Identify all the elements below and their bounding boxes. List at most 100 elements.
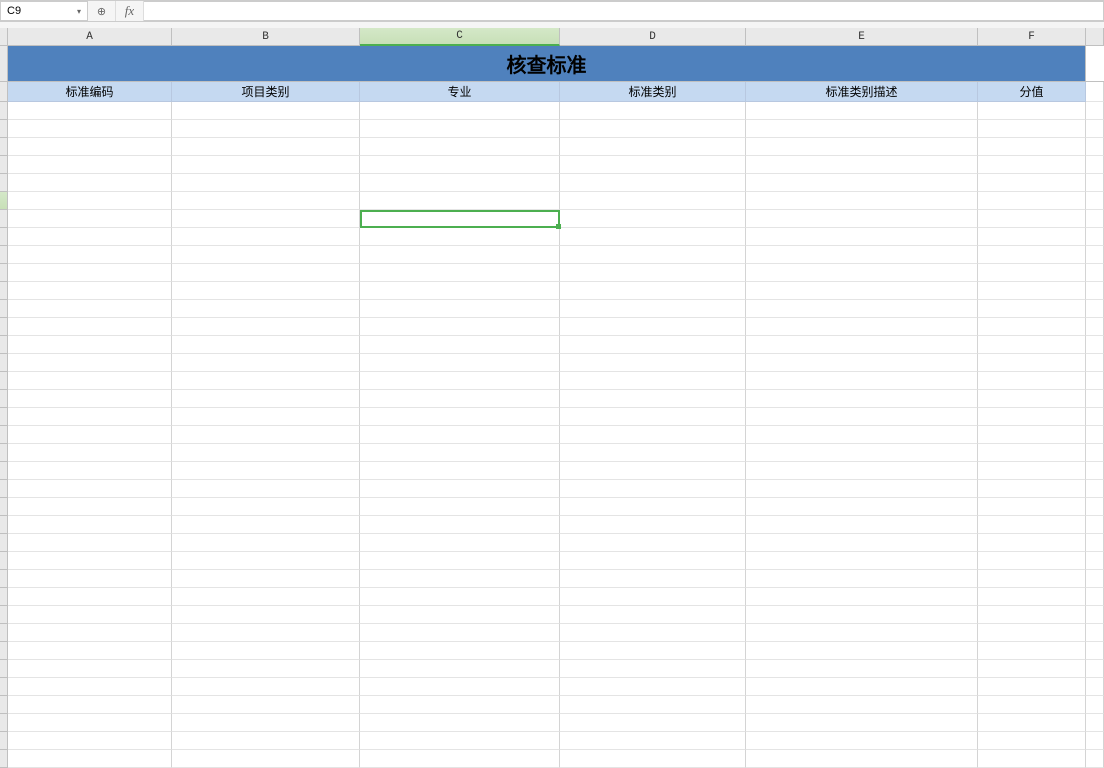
- cell[interactable]: [360, 156, 560, 174]
- cell[interactable]: [978, 678, 1086, 696]
- row-stub[interactable]: [0, 480, 8, 498]
- blank-cell[interactable]: [1086, 660, 1104, 678]
- blank-cell[interactable]: [1086, 588, 1104, 606]
- blank-cell[interactable]: [1086, 264, 1104, 282]
- cell[interactable]: [560, 264, 746, 282]
- cell[interactable]: [360, 480, 560, 498]
- cell[interactable]: [746, 120, 978, 138]
- row-stub[interactable]: [0, 444, 8, 462]
- cell[interactable]: [560, 444, 746, 462]
- cell[interactable]: [8, 102, 172, 120]
- cell[interactable]: [978, 480, 1086, 498]
- cell[interactable]: [8, 498, 172, 516]
- cell[interactable]: [560, 714, 746, 732]
- cell[interactable]: [560, 606, 746, 624]
- row-stub[interactable]: [0, 588, 8, 606]
- cell[interactable]: [360, 120, 560, 138]
- column-header-A[interactable]: A: [8, 28, 172, 46]
- cell[interactable]: [560, 750, 746, 768]
- cell[interactable]: [560, 732, 746, 750]
- cell[interactable]: [978, 660, 1086, 678]
- cell[interactable]: [746, 156, 978, 174]
- row-stub[interactable]: [0, 570, 8, 588]
- cell[interactable]: [560, 372, 746, 390]
- cell[interactable]: [560, 426, 746, 444]
- cell[interactable]: [8, 732, 172, 750]
- cell[interactable]: [360, 246, 560, 264]
- cell[interactable]: [746, 480, 978, 498]
- cell[interactable]: [978, 318, 1086, 336]
- row-stub[interactable]: [0, 120, 8, 138]
- row-stub[interactable]: [0, 516, 8, 534]
- cell[interactable]: [746, 678, 978, 696]
- cell[interactable]: [172, 660, 360, 678]
- cell[interactable]: [978, 156, 1086, 174]
- column-header-D[interactable]: D: [560, 28, 746, 46]
- cell[interactable]: [978, 534, 1086, 552]
- cell[interactable]: [746, 444, 978, 462]
- cell[interactable]: [360, 228, 560, 246]
- blank-cell[interactable]: [1086, 408, 1104, 426]
- cell[interactable]: [746, 282, 978, 300]
- blank-cell[interactable]: [1086, 570, 1104, 588]
- cell[interactable]: [746, 390, 978, 408]
- cell[interactable]: [746, 210, 978, 228]
- cell[interactable]: [746, 624, 978, 642]
- row-stub[interactable]: [0, 426, 8, 444]
- cell[interactable]: [360, 372, 560, 390]
- cell[interactable]: [560, 660, 746, 678]
- fx-button[interactable]: fx: [116, 1, 144, 21]
- cell[interactable]: [978, 696, 1086, 714]
- cell[interactable]: [978, 750, 1086, 768]
- row-stub[interactable]: [0, 336, 8, 354]
- column-header-C[interactable]: C: [360, 28, 560, 46]
- cell[interactable]: [360, 408, 560, 426]
- cell[interactable]: [560, 480, 746, 498]
- cell[interactable]: [978, 102, 1086, 120]
- row-stub[interactable]: [0, 732, 8, 750]
- cell[interactable]: [746, 516, 978, 534]
- table-header-cell[interactable]: 标准类别: [560, 82, 746, 102]
- cell[interactable]: [746, 264, 978, 282]
- cell[interactable]: [560, 678, 746, 696]
- cell[interactable]: [560, 300, 746, 318]
- cell[interactable]: [360, 660, 560, 678]
- blank-cell[interactable]: [1086, 138, 1104, 156]
- column-header-F[interactable]: F: [978, 28, 1086, 46]
- cell[interactable]: [360, 102, 560, 120]
- cell[interactable]: [8, 696, 172, 714]
- cell[interactable]: [8, 228, 172, 246]
- blank-cell[interactable]: [1086, 228, 1104, 246]
- cell[interactable]: [172, 534, 360, 552]
- cell[interactable]: [8, 156, 172, 174]
- cell[interactable]: [560, 696, 746, 714]
- cell[interactable]: [746, 606, 978, 624]
- cell[interactable]: [172, 498, 360, 516]
- cell[interactable]: [560, 534, 746, 552]
- cell[interactable]: [560, 138, 746, 156]
- cell[interactable]: [978, 138, 1086, 156]
- formula-input[interactable]: [144, 1, 1104, 21]
- cell[interactable]: [8, 462, 172, 480]
- cell[interactable]: [8, 678, 172, 696]
- cell[interactable]: [172, 696, 360, 714]
- cell[interactable]: [746, 714, 978, 732]
- cell[interactable]: [172, 552, 360, 570]
- cell[interactable]: [360, 714, 560, 732]
- row-stub[interactable]: [0, 696, 8, 714]
- column-header-B[interactable]: B: [172, 28, 360, 46]
- cell[interactable]: [360, 264, 560, 282]
- cell[interactable]: [172, 156, 360, 174]
- cell[interactable]: [172, 264, 360, 282]
- blank-cell[interactable]: [1086, 246, 1104, 264]
- blank-cell[interactable]: [1086, 552, 1104, 570]
- cell[interactable]: [360, 462, 560, 480]
- cell[interactable]: [172, 390, 360, 408]
- row-stub[interactable]: [0, 228, 8, 246]
- row-stub[interactable]: [0, 552, 8, 570]
- row-stub[interactable]: [0, 750, 8, 768]
- cell[interactable]: [746, 588, 978, 606]
- cell[interactable]: [978, 264, 1086, 282]
- cell[interactable]: [560, 354, 746, 372]
- table-header-cell[interactable]: 项目类别: [172, 82, 360, 102]
